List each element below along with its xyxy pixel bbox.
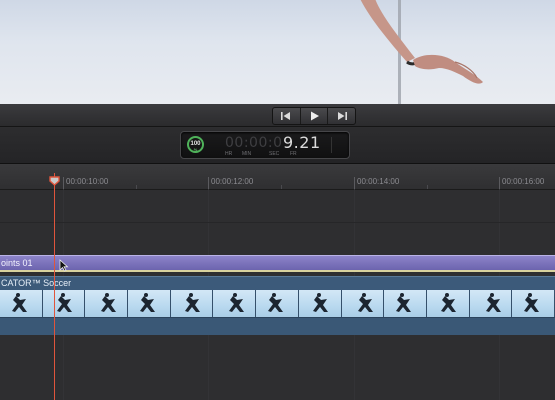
top-toolbar xyxy=(0,104,555,127)
filmstrip-frame xyxy=(384,290,427,317)
filmstrip-frame xyxy=(469,290,513,317)
ruler-tick xyxy=(354,177,355,189)
arm-image xyxy=(360,0,483,84)
filmstrip-frame xyxy=(298,290,342,317)
skip-forward-icon xyxy=(337,112,347,120)
skip-forward-button[interactable] xyxy=(328,108,355,124)
timeline[interactable]: 00:00:10:00 00:00:12:00 00:00:14:00 00:0… xyxy=(0,164,555,400)
clip-filmstrip xyxy=(0,290,555,317)
skip-back-icon xyxy=(281,112,291,120)
timecode-sec-label: SEC xyxy=(269,151,280,157)
ruler-label: 00:00:14:00 xyxy=(357,177,400,186)
title-clip[interactable]: oints 01 xyxy=(0,255,555,272)
filmstrip-frame xyxy=(170,290,214,317)
ruler-minor-tick xyxy=(281,185,282,189)
video-clip-label: CATOR™ Soccer xyxy=(1,278,72,288)
background-tasks-indicator[interactable]: 100 % xyxy=(187,136,204,153)
filmstrip-frame xyxy=(42,290,86,317)
timecode-divider xyxy=(331,137,340,153)
ruler-minor-tick xyxy=(136,185,137,189)
play-icon xyxy=(311,111,319,121)
ruler-tick xyxy=(208,177,209,189)
play-button[interactable] xyxy=(301,108,329,124)
skip-back-button[interactable] xyxy=(273,108,301,124)
filmstrip-frame xyxy=(512,290,555,317)
timecode-fr-label: FR xyxy=(290,151,297,157)
clip-audio-waveform xyxy=(0,317,555,335)
ruler-label: 00:00:16:00 xyxy=(502,177,545,186)
filmstrip-frame xyxy=(213,290,257,317)
timecode-leading-digits: 00:00:0 xyxy=(225,135,283,151)
ruler-tick xyxy=(499,177,500,189)
percent-unit: % xyxy=(193,147,198,152)
timecode-min-label: MIN xyxy=(242,151,252,157)
ruler-label: 00:00:10:00 xyxy=(66,177,109,186)
playhead-marker-icon[interactable] xyxy=(49,176,60,186)
filmstrip-frame xyxy=(0,290,43,317)
transport-controls xyxy=(272,107,356,125)
playhead[interactable] xyxy=(54,173,55,400)
video-clip[interactable]: CATOR™ Soccer xyxy=(0,276,555,335)
timeline-ruler[interactable]: 00:00:10:00 00:00:12:00 00:00:14:00 00:0… xyxy=(0,164,555,190)
viewer-preview xyxy=(0,0,555,104)
ruler-label: 00:00:12:00 xyxy=(211,177,254,186)
dashboard-bar: 100 % 00:00:0 9.21 HR MIN SEC FR xyxy=(0,127,555,164)
title-clip-label: oints 01 xyxy=(1,258,33,268)
ruler-tick xyxy=(63,177,64,189)
mouse-pointer-icon xyxy=(59,259,69,272)
timecode-display[interactable]: 100 % 00:00:0 9.21 HR MIN SEC FR xyxy=(180,131,350,159)
filmstrip-frame xyxy=(256,290,299,317)
filmstrip-frame xyxy=(341,290,385,317)
filmstrip-frame xyxy=(426,290,470,317)
ruler-minor-tick xyxy=(427,185,428,189)
track-divider xyxy=(0,222,555,223)
filmstrip-frame xyxy=(85,290,129,317)
timecode-value: 9.21 xyxy=(283,133,321,152)
timecode-hr-label: HR xyxy=(225,151,233,157)
filmstrip-frame xyxy=(128,290,171,317)
